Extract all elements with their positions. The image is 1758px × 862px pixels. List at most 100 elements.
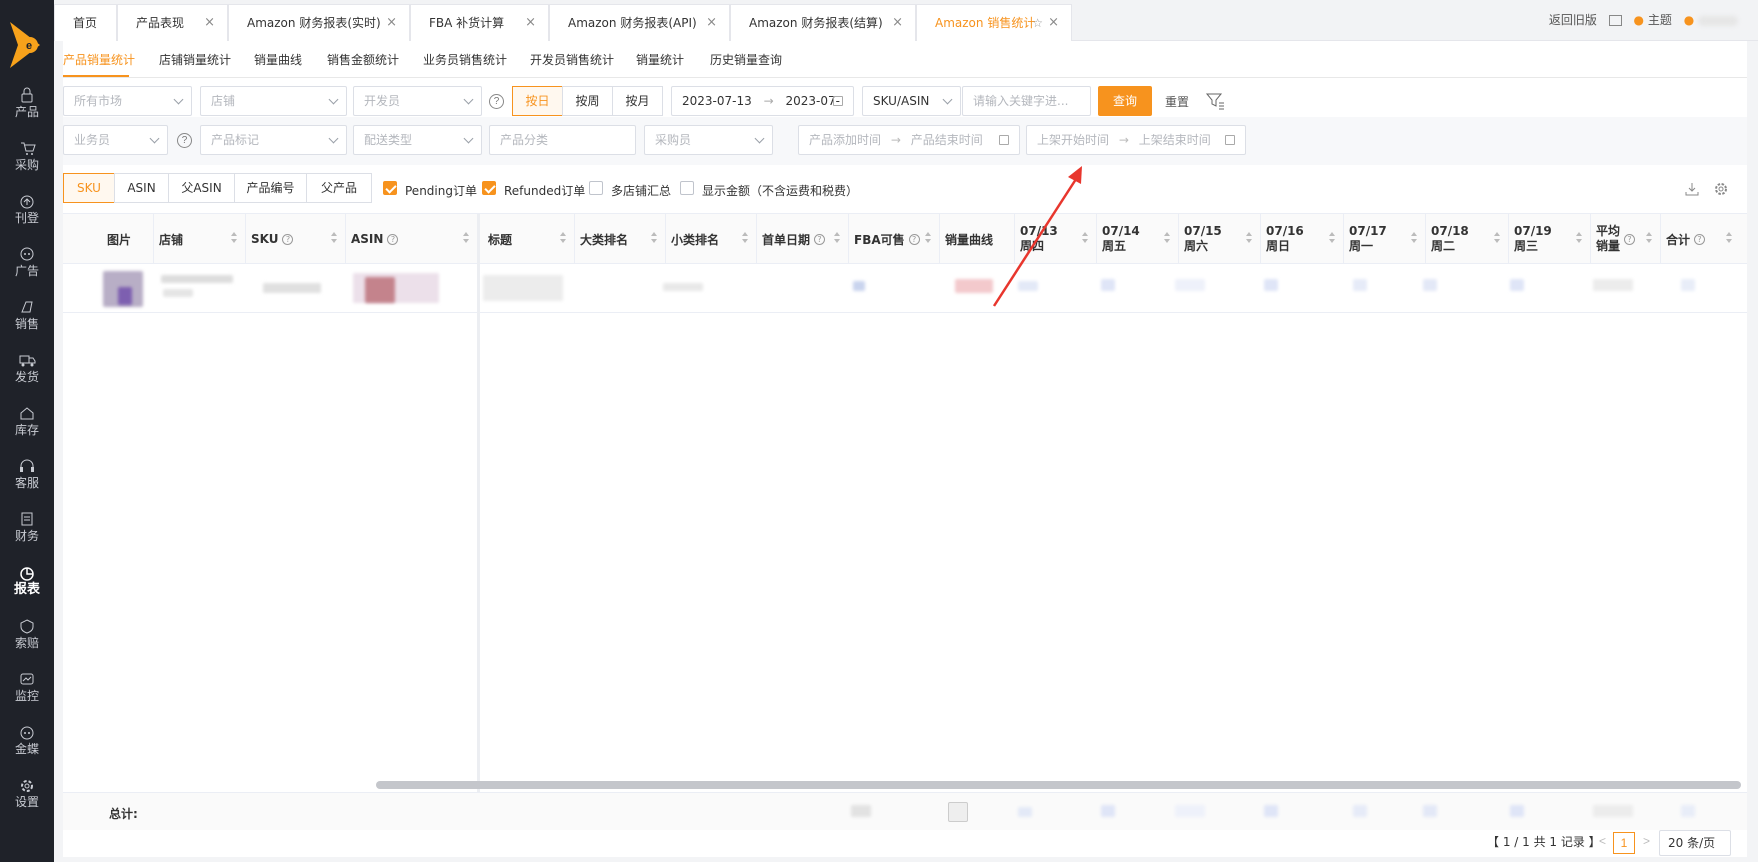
col-title[interactable]: 标题 (482, 214, 574, 264)
sidebar-item-product[interactable]: 产品 (0, 82, 54, 128)
multi-store-summary-checkbox[interactable] (589, 181, 603, 195)
sidebar-item-shipping[interactable]: 发货 (0, 347, 54, 393)
col-date-0717[interactable]: 07/17 周一 (1343, 214, 1425, 264)
tab-finance-realtime[interactable]: Amazon 财务报表(实时) × (228, 4, 410, 41)
col-subcategory-rank[interactable]: 小类排名 (665, 214, 756, 264)
sort-icon[interactable] (1411, 232, 1417, 246)
help-icon[interactable]: ? (908, 233, 920, 245)
sort-icon[interactable] (1726, 232, 1732, 246)
delivery-type-select[interactable]: 配送类型 (353, 125, 482, 155)
salesman-select[interactable]: 业务员 (63, 125, 168, 155)
market-select[interactable]: 所有市场 (63, 86, 192, 116)
sku-asin-select[interactable]: SKU/ASIN (862, 86, 961, 116)
close-icon[interactable]: × (525, 5, 536, 41)
tab-amazon-sales-stats[interactable]: Amazon 销售统计 ☆ × (916, 4, 1072, 41)
reset-button[interactable]: 重置 (1165, 93, 1189, 110)
sidebar-item-purchase[interactable]: 采购 (0, 135, 54, 181)
tab-finance-api[interactable]: Amazon 财务报表(API) × (549, 4, 730, 41)
col-date-0719[interactable]: 07/19 周三 (1508, 214, 1590, 264)
col-date-0714[interactable]: 07/14 周五 (1096, 214, 1178, 264)
tab-home[interactable]: 首页 (54, 4, 117, 41)
subtab-sales-curve[interactable]: 销量曲线 (254, 51, 302, 68)
developer-select[interactable]: 开发员 (353, 86, 482, 116)
col-fba-available[interactable]: FBA可售? (848, 214, 939, 264)
col-store[interactable]: 店铺 (153, 214, 245, 264)
subtab-sales-amount[interactable]: 销售金额统计 (327, 51, 399, 68)
col-average-sales[interactable]: 平均 销量? (1590, 214, 1660, 264)
sidebar-item-sales[interactable]: 销售 (0, 294, 54, 340)
page-number-1[interactable]: 1 (1613, 832, 1635, 854)
subtab-store-sales[interactable]: 店铺销量统计 (159, 51, 231, 68)
col-date-0718[interactable]: 07/18 周二 (1425, 214, 1508, 264)
language-icon[interactable] (1608, 15, 1622, 26)
sort-icon[interactable] (1646, 232, 1652, 246)
col-sku[interactable]: SKU? (245, 214, 345, 264)
col-total[interactable]: 合计? (1660, 214, 1740, 264)
filter-icon[interactable] (1205, 91, 1225, 111)
buyer-select[interactable]: 采购员 (644, 125, 773, 155)
query-button[interactable]: 查询 (1098, 86, 1152, 116)
subtab-product-sales[interactable]: 产品销量统计 (63, 51, 135, 68)
user-avatar-icon[interactable]: ● (1684, 13, 1694, 27)
theme-button[interactable]: 主题 (1648, 13, 1672, 27)
tab-product-performance[interactable]: 产品表现 × (117, 4, 228, 41)
view-sku-button[interactable]: SKU (63, 173, 115, 203)
horizontal-scrollbar[interactable] (376, 781, 1741, 789)
help-icon[interactable]: ? (177, 133, 192, 148)
close-icon[interactable]: × (1048, 5, 1059, 41)
sort-icon[interactable] (463, 232, 469, 246)
help-icon[interactable]: ? (814, 233, 826, 245)
view-asin-button[interactable]: ASIN (114, 173, 169, 203)
help-icon[interactable]: ? (1694, 233, 1706, 245)
subtab-history-sales[interactable]: 历史销量查询 (710, 51, 782, 68)
sidebar-item-service[interactable]: 客服 (0, 453, 54, 499)
tab-finance-settlement[interactable]: Amazon 财务报表(结算) × (730, 4, 916, 41)
sort-icon[interactable] (834, 232, 840, 246)
by-month-button[interactable]: 按月 (612, 86, 663, 116)
product-time-range[interactable]: 产品添加时间 → 产品结束时间 (798, 125, 1020, 155)
sort-icon[interactable] (1164, 232, 1170, 246)
refunded-orders-checkbox[interactable] (482, 181, 496, 195)
sort-icon[interactable] (742, 232, 748, 246)
product-category-select[interactable]: 产品分类 (489, 125, 636, 155)
keyword-input[interactable]: 请输入关键字进... (962, 86, 1091, 116)
sort-icon[interactable] (925, 232, 931, 246)
sort-icon[interactable] (331, 232, 337, 246)
sort-icon[interactable] (1246, 232, 1252, 246)
pending-orders-checkbox[interactable] (383, 181, 397, 195)
store-select[interactable]: 店铺 (200, 86, 347, 116)
next-page-icon[interactable]: > (1643, 834, 1650, 848)
sales-curve-sparkline[interactable] (955, 279, 993, 293)
col-category-rank[interactable]: 大类排名 (574, 214, 665, 264)
shelf-time-range[interactable]: 上架开始时间 → 上架结束时间 (1026, 125, 1246, 155)
sort-icon[interactable] (1576, 232, 1582, 246)
col-first-order-date[interactable]: 首单日期? (756, 214, 848, 264)
col-date-0713[interactable]: 07/13 周四 (1014, 214, 1096, 264)
product-tag-select[interactable]: 产品标记 (200, 125, 347, 155)
date-range-picker[interactable]: 2023-07-13 → 2023-07-19 (671, 86, 854, 136)
brand-logo[interactable]: e (8, 20, 42, 70)
view-parent-asin-button[interactable]: 父ASIN (168, 173, 235, 203)
subtab-sales-stats[interactable]: 销量统计 (636, 51, 684, 68)
sort-icon[interactable] (560, 232, 566, 246)
help-icon[interactable]: ? (489, 94, 504, 109)
download-icon[interactable] (1684, 181, 1700, 197)
view-product-code-button[interactable]: 产品编号 (234, 173, 307, 203)
by-day-button[interactable]: 按日 (512, 86, 563, 116)
sort-icon[interactable] (1494, 232, 1500, 246)
chart-icon[interactable] (948, 802, 968, 822)
sidebar-item-finance[interactable]: 财务 (0, 506, 54, 552)
tab-fba-replenish[interactable]: FBA 补货计算 × (410, 4, 549, 41)
sort-icon[interactable] (231, 232, 237, 246)
subtab-developer-sales[interactable]: 开发员销售统计 (530, 51, 614, 68)
table-row[interactable] (63, 265, 1747, 313)
close-icon[interactable]: × (204, 5, 215, 41)
back-old-version-link[interactable]: 返回旧版 (1549, 13, 1597, 27)
page-size-select[interactable]: 20 条/页 (1659, 830, 1731, 856)
sidebar-item-inventory[interactable]: 库存 (0, 400, 54, 446)
sidebar-item-settings[interactable]: 设置 (0, 772, 54, 818)
sidebar-item-ads[interactable]: 广告 (0, 241, 54, 287)
sidebar-item-reports[interactable]: 报表 (0, 560, 54, 606)
close-icon[interactable]: × (892, 5, 903, 41)
show-amount-checkbox[interactable] (680, 181, 694, 195)
